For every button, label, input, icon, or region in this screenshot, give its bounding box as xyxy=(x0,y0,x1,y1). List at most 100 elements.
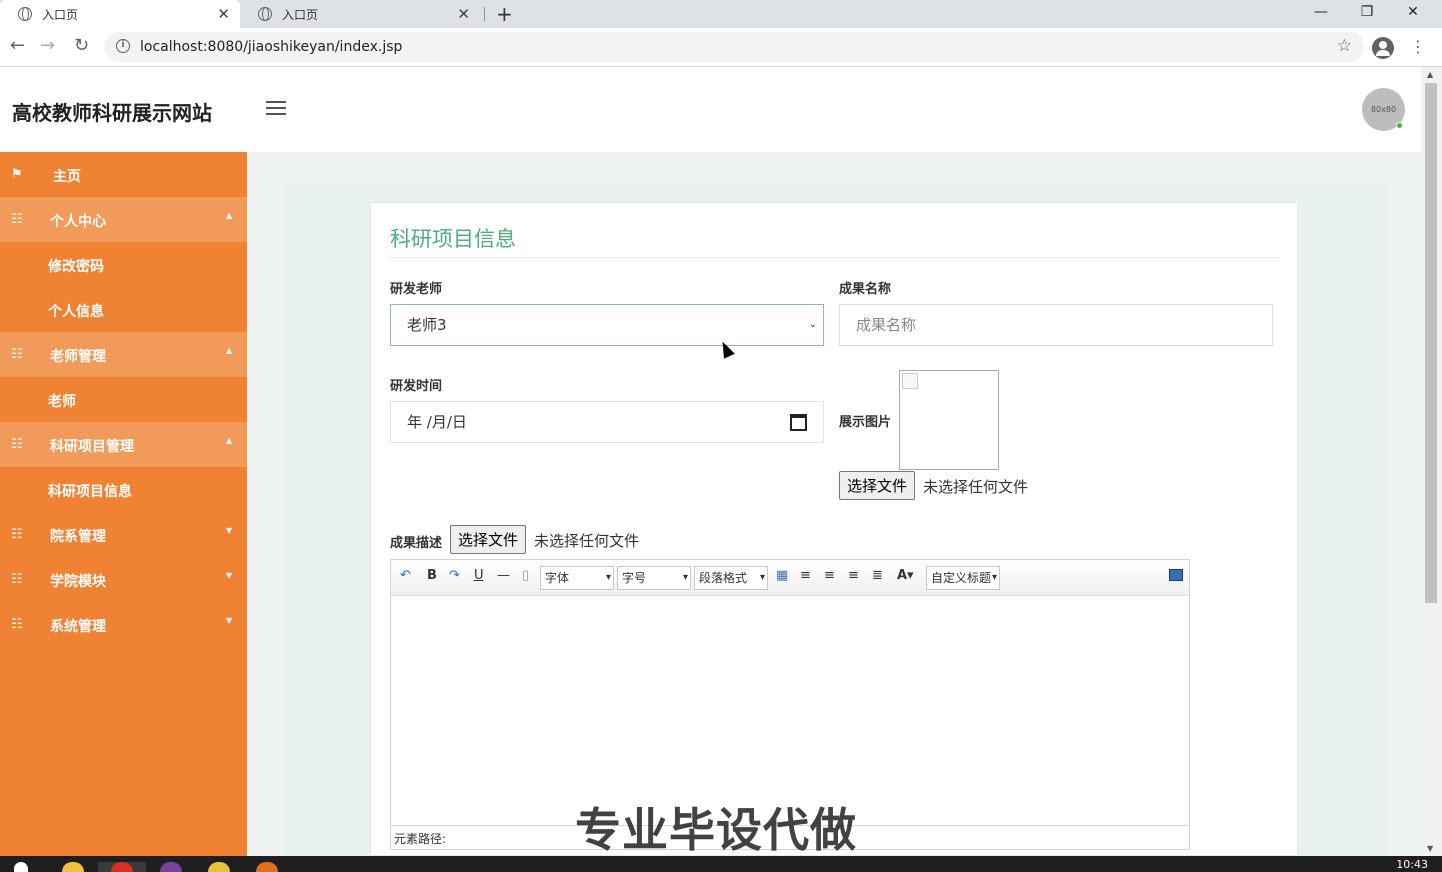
grid-icon: ☷ xyxy=(11,617,23,632)
sidebar-item-personal-center[interactable]: ☷ 个人中心 ▲ xyxy=(0,197,247,242)
avatar-placeholder-text: 80x80 xyxy=(1370,105,1397,114)
sidebar-subitem-research-info[interactable]: 科研项目信息 xyxy=(48,481,132,501)
fullscreen-icon[interactable] xyxy=(1169,569,1183,581)
teacher-select[interactable]: 老师3 ⌄ xyxy=(390,304,824,346)
info-icon[interactable]: i xyxy=(116,39,130,53)
paragraph-format-select[interactable]: 段落格式 xyxy=(694,566,768,590)
app-icon[interactable] xyxy=(208,862,230,872)
image-no-file-text: 未选择任何文件 xyxy=(923,478,1029,496)
caret-down-icon: ▼ xyxy=(226,526,233,535)
browser-tab-2[interactable]: 入口页 ✕ xyxy=(240,0,480,28)
sidebar-item-label: 个人中心 xyxy=(50,214,106,230)
editor-toolbar: ↶ B ↷ U — ▯ 字体 字号 段落格式 ▦ ≡ ≡ ≡ ≣ A▾ 自定义标… xyxy=(391,560,1189,596)
sidebar-item-department-management[interactable]: ☷ 院系管理 ▼ xyxy=(0,512,247,557)
sidebar-item-system-management[interactable]: ☷ 系统管理 ▼ xyxy=(0,602,247,647)
reload-icon[interactable]: ↻ xyxy=(74,35,89,56)
underline-icon[interactable]: U xyxy=(474,568,484,583)
restore-button[interactable]: ❐ xyxy=(1344,0,1390,28)
browser-tab-bar: 入口页 ✕ 入口页 ✕ + — ❐ ✕ xyxy=(0,0,1442,28)
description-label: 成果描述 xyxy=(390,536,443,551)
caret-down-icon: ▼ xyxy=(226,571,233,580)
flag-icon: ⚑ xyxy=(11,167,23,182)
result-name-placeholder: 成果名称 xyxy=(856,316,917,334)
description-file-button[interactable]: 选择文件 xyxy=(450,525,527,554)
horizontal-rule-icon[interactable]: — xyxy=(497,568,510,583)
document-icon[interactable]: ▯ xyxy=(522,568,529,583)
watermark-text: 专业毕设代做 xyxy=(575,803,857,856)
chevron-down-icon: ⌄ xyxy=(808,319,817,330)
scroll-down-icon[interactable]: ▼ xyxy=(1427,844,1433,853)
caret-up-icon: ▲ xyxy=(226,211,233,220)
custom-title-select[interactable]: 自定义标题 xyxy=(926,566,1000,590)
sidebar-item-research-management[interactable]: ☷ 科研项目管理 ▲ xyxy=(0,422,247,467)
undo-icon[interactable]: ↶ xyxy=(400,568,411,583)
page-viewport: 高校教师科研展示网站 80x80 ⚑ 主页 ☷ 个人中心 ▲ 修改密码 个人信息… xyxy=(0,67,1421,856)
date-value: 年 /月/日 xyxy=(407,413,467,431)
align-right-icon[interactable]: ≡ xyxy=(824,568,835,583)
grid-icon: ☷ xyxy=(11,527,23,542)
back-icon[interactable]: ← xyxy=(10,35,25,56)
font-family-select[interactable]: 字体 xyxy=(540,566,614,590)
sidebar-item-label: 院系管理 xyxy=(50,529,106,545)
font-size-select[interactable]: 字号 xyxy=(617,566,691,590)
redo-icon[interactable]: ↷ xyxy=(449,568,460,583)
date-input[interactable]: 年 /月/日 xyxy=(390,401,824,443)
online-status-dot xyxy=(1396,122,1403,129)
close-window-button[interactable]: ✕ xyxy=(1390,0,1436,28)
page-scrollbar[interactable]: ▲ ▼ xyxy=(1421,67,1442,856)
sidebar-subitem-teacher[interactable]: 老师 xyxy=(48,391,76,411)
url-text[interactable]: localhost:8080/jiaoshikeyan/index.jsp xyxy=(140,39,402,55)
image-file-button[interactable]: 选择文件 xyxy=(839,471,916,500)
result-name-label: 成果名称 xyxy=(839,282,892,297)
sidebar-item-college-module[interactable]: ☷ 学院模块 ▼ xyxy=(0,557,247,602)
grid-icon: ☷ xyxy=(11,572,23,587)
bold-icon[interactable]: B xyxy=(427,568,437,583)
sidebar-item-home[interactable]: ⚑ 主页 xyxy=(0,152,247,197)
ide-icon[interactable] xyxy=(160,862,182,872)
grid-icon: ☷ xyxy=(11,212,23,227)
forward-icon[interactable]: → xyxy=(40,35,55,56)
page-title: 科研项目信息 xyxy=(390,227,516,251)
sidebar-item-label: 科研项目管理 xyxy=(50,439,134,455)
app-icon[interactable] xyxy=(256,862,278,872)
grid-icon: ☷ xyxy=(11,437,23,452)
sidebar-item-label: 老师管理 xyxy=(50,349,106,365)
sidebar-subitem-change-password[interactable]: 修改密码 xyxy=(48,256,104,276)
sidebar-item-label: 系统管理 xyxy=(50,619,106,635)
align-center-icon[interactable]: ≡ xyxy=(848,568,859,583)
new-tab-button[interactable]: + xyxy=(496,2,513,26)
taskbar-clock: 10:43 xyxy=(1396,858,1428,871)
globe-icon xyxy=(18,7,32,21)
sidebar-item-teacher-management[interactable]: ☷ 老师管理 ▲ xyxy=(0,332,247,377)
site-header: 高校教师科研展示网站 80x80 xyxy=(0,67,1421,152)
avatar[interactable]: 80x80 xyxy=(1362,88,1405,131)
scrollbar-thumb[interactable] xyxy=(1425,83,1437,603)
result-name-input[interactable]: 成果名称 xyxy=(839,304,1273,346)
browser-menu-icon[interactable]: ⋮ xyxy=(1410,37,1426,56)
font-color-icon[interactable]: A▾ xyxy=(897,568,914,583)
sidebar: ⚑ 主页 ☷ 个人中心 ▲ 修改密码 个人信息 ☷ 老师管理 ▲ 老师 ☷ 科研… xyxy=(0,152,247,856)
date-label: 研发时间 xyxy=(390,379,443,394)
tab-title: 入口页 xyxy=(282,7,319,22)
close-tab-icon[interactable]: ✕ xyxy=(217,5,230,23)
image-label: 展示图片 xyxy=(839,415,892,430)
table-icon[interactable]: ▦ xyxy=(776,568,788,583)
windows-start-icon[interactable] xyxy=(14,862,28,872)
align-justify-icon[interactable]: ≣ xyxy=(872,568,883,583)
browser-tab-1[interactable]: 入口页 ✕ xyxy=(0,0,240,28)
bookmark-star-icon[interactable]: ☆ xyxy=(1337,36,1352,56)
calendar-icon[interactable] xyxy=(790,414,807,431)
scroll-up-icon[interactable]: ▲ xyxy=(1427,70,1433,79)
minimize-button[interactable]: — xyxy=(1298,0,1344,28)
align-left-icon[interactable]: ≡ xyxy=(800,568,811,583)
file-explorer-icon[interactable] xyxy=(62,862,84,872)
close-tab-icon[interactable]: ✕ xyxy=(457,5,470,23)
broken-image-icon xyxy=(902,373,918,389)
profile-icon[interactable] xyxy=(1372,37,1394,59)
sidebar-subitem-personal-info[interactable]: 个人信息 xyxy=(48,301,104,321)
description-no-file-text: 未选择任何文件 xyxy=(534,532,640,550)
site-title: 高校教师科研展示网站 xyxy=(12,101,212,125)
hamburger-menu-icon[interactable] xyxy=(266,101,286,119)
caret-up-icon: ▲ xyxy=(226,436,233,445)
url-box[interactable]: i localhost:8080/jiaoshikeyan/index.jsp … xyxy=(104,32,1364,62)
